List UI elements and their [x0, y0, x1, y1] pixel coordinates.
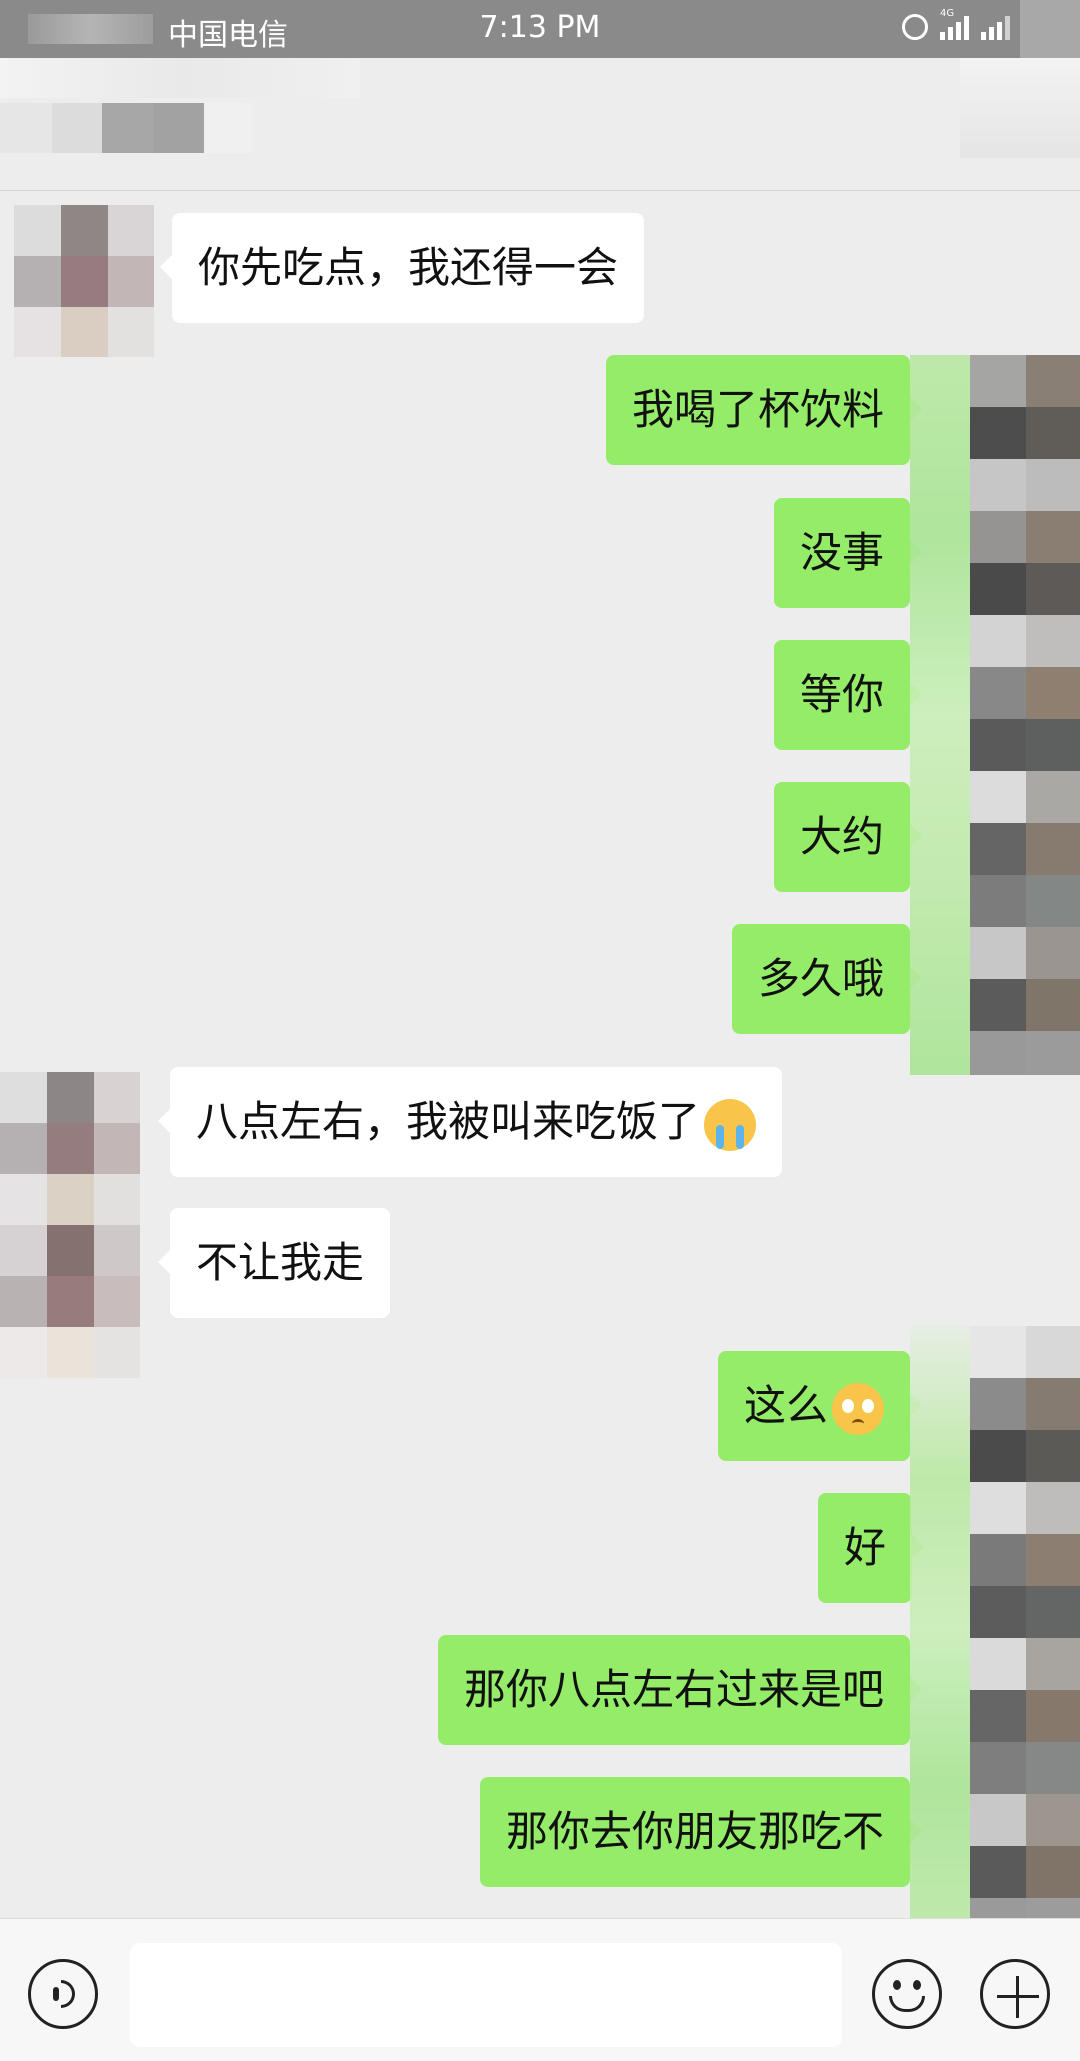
battery-blur — [1020, 0, 1080, 58]
message-text: 那你八点左右过来是吧 — [463, 1665, 884, 1714]
message-text: 那你去你朋友那吃不 — [505, 1807, 884, 1856]
message-bubble-outgoing[interactable]: 多久哦 — [731, 924, 923, 1034]
message-bubble-outgoing[interactable]: 好 — [817, 1493, 925, 1603]
avatar-self[interactable] — [910, 355, 1080, 1075]
status-icons: 4G — [902, 8, 1010, 40]
avatar[interactable] — [14, 205, 154, 357]
header-blur — [52, 103, 102, 153]
message-text: 不让我走 — [196, 1238, 365, 1287]
message-bubble-outgoing[interactable]: 我喝了杯饮料 — [605, 355, 923, 465]
header-blur — [960, 58, 1080, 158]
message-bubble-outgoing[interactable]: 等你 — [773, 640, 923, 750]
message-bubble-incoming[interactable]: 你先吃点，我还得一会 — [159, 213, 645, 323]
message-input[interactable] — [130, 1943, 842, 2047]
message-text: 等你 — [799, 670, 884, 719]
message-text: 没事 — [799, 528, 884, 577]
avatar[interactable] — [0, 1072, 140, 1378]
emoji-button[interactable] — [872, 1959, 942, 2029]
more-actions-button[interactable] — [980, 1959, 1050, 2029]
header-blur — [154, 103, 204, 153]
header-blur — [0, 58, 360, 98]
message-bubble-outgoing[interactable]: 大约 — [773, 782, 923, 892]
message-bubble-outgoing[interactable]: 没事 — [773, 498, 923, 608]
message-bubble-outgoing[interactable]: 那你八点左右过来是吧 — [437, 1635, 923, 1745]
network-type-label: 4G — [940, 8, 955, 19]
message-bubble-incoming[interactable]: 不让我走 — [157, 1208, 391, 1318]
message-text: 多久哦 — [757, 954, 884, 1003]
header-blur — [102, 103, 154, 153]
message-text: 八点左右，我被叫来吃饭了 — [196, 1097, 701, 1146]
message-text: 你先吃点，我还得一会 — [198, 243, 619, 292]
message-bubble-outgoing[interactable]: 这么 — [717, 1351, 923, 1461]
message-bubble-outgoing[interactable]: 那你去你朋友那吃不 — [479, 1777, 923, 1887]
message-text: 我喝了杯饮料 — [631, 385, 884, 434]
status-bar: 中国电信 7:13 PM 4G — [0, 0, 1080, 58]
signal-4g-icon: 4G — [940, 8, 969, 40]
header-blur — [204, 103, 252, 153]
avatar-self[interactable] — [910, 1326, 1080, 1936]
alarm-icon — [902, 14, 928, 40]
message-text: 大约 — [799, 812, 884, 861]
signal-bars-icon — [981, 12, 1010, 40]
chat-header — [0, 58, 1080, 191]
voice-input-button[interactable] — [28, 1959, 98, 2029]
pleading-face-icon — [832, 1382, 884, 1435]
header-blur — [0, 103, 52, 153]
input-bar — [0, 1918, 1080, 2061]
message-bubble-incoming[interactable]: 八点左右，我被叫来吃饭了 — [157, 1067, 783, 1177]
message-text: 好 — [843, 1523, 886, 1572]
crying-face-icon — [704, 1098, 757, 1151]
message-text: 这么 — [743, 1381, 828, 1430]
